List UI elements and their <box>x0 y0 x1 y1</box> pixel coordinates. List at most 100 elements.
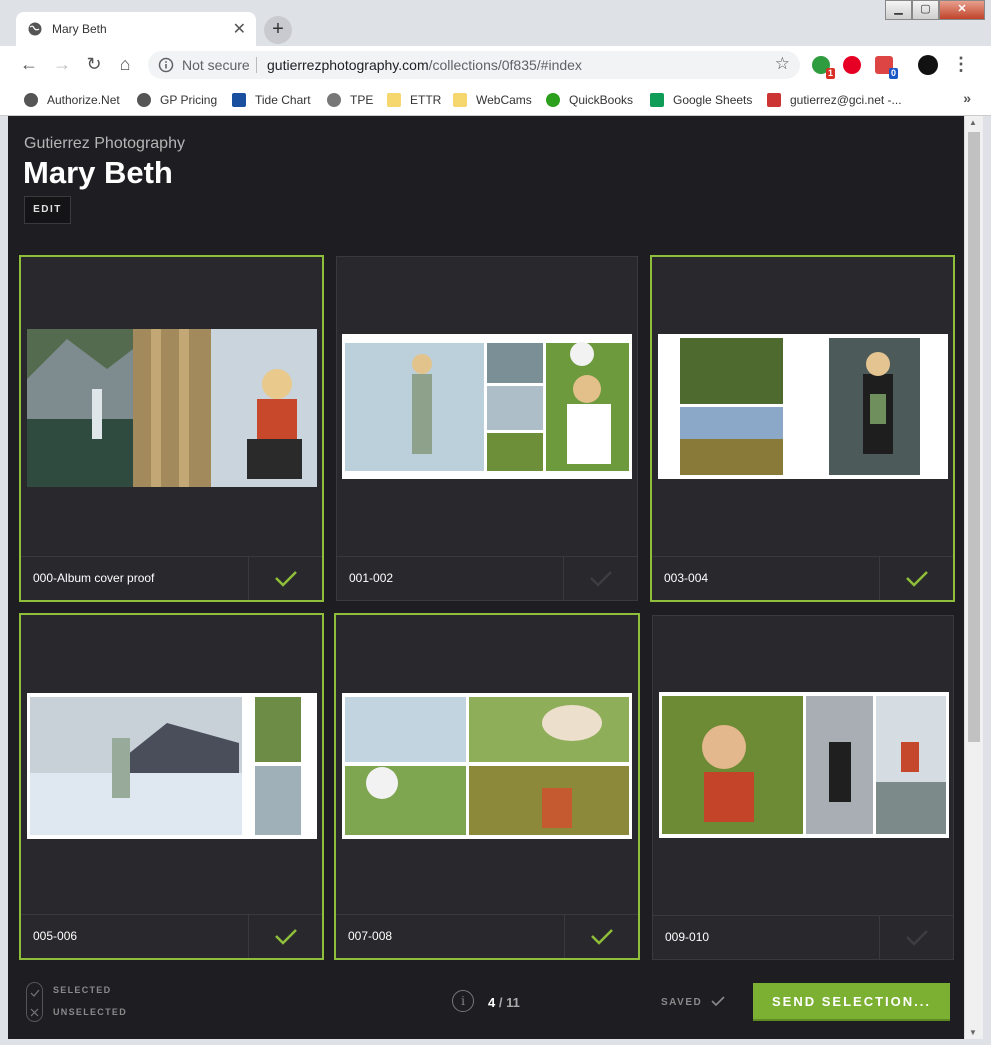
card-footer: 007-008 <box>336 914 638 958</box>
card-footer: 001-002 <box>337 556 637 600</box>
url-text: gutierrezphotography.com/collections/0f8… <box>267 57 582 73</box>
scroll-down-icon[interactable]: ▼ <box>969 1028 977 1037</box>
bookmark-gp-pricing[interactable]: GP Pricing <box>137 91 217 109</box>
bookmark-label: ETTR <box>410 93 442 107</box>
spread-image <box>345 697 629 835</box>
url-path: /collections/0f835/#index <box>428 57 582 73</box>
spread-image <box>30 697 301 835</box>
card-footer: 000-Album cover proof <box>21 556 322 600</box>
proof-card[interactable]: 005-006 <box>19 613 324 960</box>
browser-tab[interactable]: Mary Beth ✕ <box>16 12 256 46</box>
folder-icon <box>453 93 467 107</box>
select-toggle[interactable] <box>879 557 953 600</box>
bookmark-label: GP Pricing <box>160 93 218 107</box>
menu-kebab-icon[interactable]: ⋮ <box>950 54 972 76</box>
spread-image <box>345 342 629 471</box>
proof-card[interactable]: 009-010 <box>652 615 954 960</box>
scrollbar-thumb[interactable] <box>968 132 980 742</box>
edit-button[interactable]: EDIT <box>24 196 71 224</box>
extension-badge: 1 <box>825 68 835 79</box>
bookmark-label: Tide Chart <box>255 93 311 107</box>
window-frame-bottom <box>0 1039 991 1045</box>
proof-card[interactable]: 001-002 <box>336 256 638 601</box>
minimize-button[interactable]: ▁ <box>885 0 912 20</box>
extension-icon-red[interactable]: 0 <box>875 56 898 79</box>
scroll-up-icon[interactable]: ▲ <box>969 118 977 127</box>
select-toggle[interactable] <box>248 915 322 958</box>
url-host: gutierrezphotography.com <box>267 57 429 73</box>
proof-thumbnail[interactable] <box>27 329 317 487</box>
selected-count: 4 <box>488 995 496 1010</box>
bookmark-authorize[interactable]: Authorize.Net <box>24 91 120 109</box>
pinterest-icon[interactable] <box>843 56 861 74</box>
proof-label: 003-004 <box>664 571 709 585</box>
extension-badge: 0 <box>888 68 898 79</box>
reload-icon[interactable]: ↻ <box>83 54 105 76</box>
checkmark-icon <box>275 571 297 587</box>
proof-thumbnail[interactable] <box>342 693 632 839</box>
bookmark-webcams[interactable]: WebCams <box>453 91 532 109</box>
send-selection-button[interactable]: SEND SELECTION... <box>753 983 950 1021</box>
page-scrollbar[interactable]: ▲ ▼ <box>964 116 983 1039</box>
bookmark-tide-chart[interactable]: Tide Chart <box>232 91 311 109</box>
window-close-button[interactable]: ✕ <box>939 0 985 20</box>
bookmark-star-icon[interactable]: ☆ <box>775 54 790 74</box>
browser-chrome: Mary Beth ✕ + ▁ ▢ ✕ ← → ↻ ⌂ Not secure g… <box>0 0 991 116</box>
legend-unselected: UNSELECTED <box>53 1007 128 1017</box>
info-icon[interactable] <box>158 57 174 73</box>
saved-status: SAVED <box>661 996 725 1008</box>
bookmark-ettr[interactable]: ETTR <box>387 91 441 109</box>
window-frame-right <box>983 116 991 1045</box>
tpe-icon <box>327 93 341 107</box>
select-toggle[interactable] <box>563 557 637 600</box>
globe-icon <box>28 22 42 36</box>
bookmarks-bar: Authorize.Net GP Pricing Tide Chart TPE … <box>0 84 991 116</box>
checkmark-icon <box>275 929 297 945</box>
bookmark-quickbooks[interactable]: QuickBooks <box>546 91 633 109</box>
spread-image <box>680 338 920 475</box>
back-arrow-icon[interactable]: ← <box>18 54 40 76</box>
checkmark-icon <box>591 929 613 945</box>
saved-check-icon <box>710 996 725 1007</box>
proof-card[interactable]: 003-004 <box>650 255 955 602</box>
proof-thumbnail[interactable] <box>658 334 948 479</box>
proof-thumbnail[interactable] <box>27 693 317 839</box>
select-toggle[interactable] <box>879 916 953 959</box>
selection-legend-toggle[interactable] <box>26 982 43 1022</box>
bookmark-label: QuickBooks <box>569 93 634 107</box>
tab-title: Mary Beth <box>52 22 107 36</box>
proof-thumbnail[interactable] <box>659 692 949 838</box>
select-toggle[interactable] <box>564 915 638 958</box>
maximize-button[interactable]: ▢ <box>912 0 939 20</box>
profile-avatar[interactable] <box>918 55 938 75</box>
proof-card[interactable]: 007-008 <box>334 613 640 960</box>
bookmark-label: WebCams <box>476 93 532 107</box>
mail-icon <box>767 93 781 107</box>
forward-arrow-icon[interactable]: → <box>51 54 73 76</box>
checkmark-icon <box>906 571 928 587</box>
globe-icon <box>24 93 38 107</box>
address-bar[interactable]: Not secure gutierrezphotography.com/coll… <box>148 51 800 79</box>
bookmark-gci-mail[interactable]: gutierrez@gci.net -... <box>767 91 902 109</box>
studio-name: Gutierrez Photography <box>24 135 185 152</box>
collection-page: Gutierrez Photography Mary Beth EDIT 000… <box>8 116 964 1045</box>
extension-icon-green[interactable]: 1 <box>812 56 835 79</box>
select-toggle[interactable] <box>248 557 322 600</box>
bookmark-google-sheets[interactable]: Google Sheets <box>650 91 752 109</box>
tab-close-icon[interactable]: ✕ <box>233 19 246 39</box>
checkmark-icon <box>906 930 928 946</box>
info-icon[interactable]: i <box>452 990 474 1012</box>
proof-card[interactable]: 000-Album cover proof <box>19 255 324 602</box>
bookmark-label: TPE <box>350 93 374 107</box>
bookmark-label: gutierrez@gci.net -... <box>790 93 902 107</box>
selection-bar: SELECTED UNSELECTED i 4 / 11 SAVED SEND … <box>8 965 964 1045</box>
browser-toolbar: ← → ↻ ⌂ Not secure gutierrezphotography.… <box>0 46 991 84</box>
window-frame-left <box>0 116 8 1045</box>
proof-label: 001-002 <box>349 571 394 585</box>
home-icon[interactable]: ⌂ <box>114 54 136 76</box>
checkmark-icon <box>590 571 612 587</box>
new-tab-button[interactable]: + <box>264 16 292 44</box>
bookmarks-overflow-icon[interactable]: » <box>963 90 971 106</box>
bookmark-tpe[interactable]: TPE <box>327 91 373 109</box>
proof-thumbnail[interactable] <box>342 334 632 479</box>
